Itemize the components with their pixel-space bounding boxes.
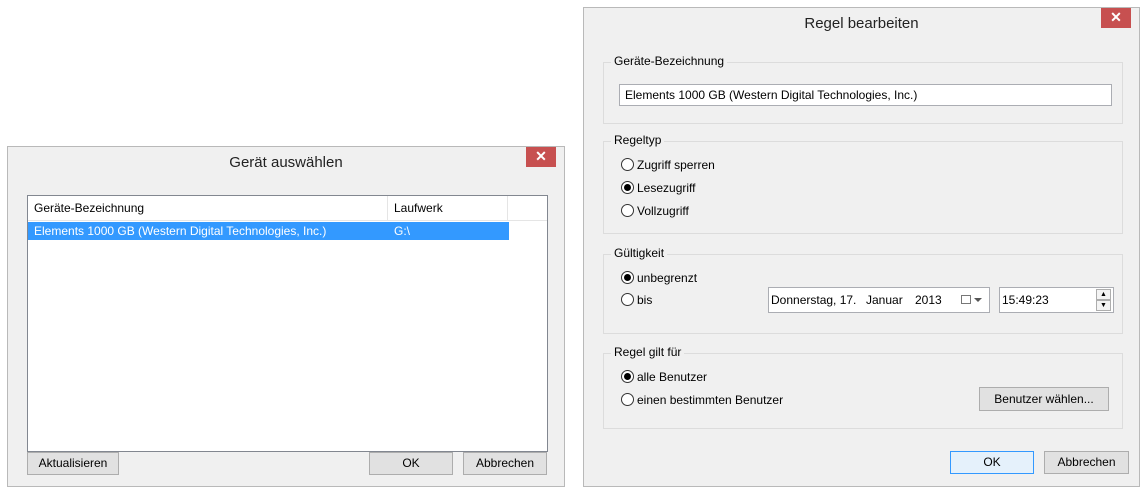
radio-circle [621,293,634,307]
device-name-field[interactable]: Elements 1000 GB (Western Digital Techno… [619,84,1112,106]
time-spin-down-button[interactable]: ▼ [1096,300,1111,311]
validity-group-label: Gültigkeit [611,246,668,260]
edit-rule-titlebar[interactable]: Regel bearbeiten ✕ [584,8,1139,38]
edit-rule-dialog: Regel bearbeiten ✕ Geräte-Bezeichnung El… [583,7,1140,487]
ok-button[interactable]: OK [950,451,1034,474]
time-field[interactable]: 15:49:23 ▲ ▼ [999,287,1114,313]
time-value: 15:49:23 [1002,293,1049,307]
select-device-title: Gerät auswählen [229,154,343,171]
radio-circle [621,158,634,172]
date-month: Januar [866,293,903,307]
radio-label: Zugriff sperren [637,158,715,172]
device-name-group-label: Geräte-Bezeichnung [611,54,728,68]
device-name-group: Geräte-Bezeichnung Elements 1000 GB (Wes… [603,54,1123,124]
time-spin-up-button[interactable]: ▲ [1096,289,1111,300]
radio-label: Lesezugriff [637,181,696,195]
radio-circle [621,271,634,285]
chevron-down-icon[interactable] [974,298,982,302]
radio-read-access[interactable]: Lesezugriff [621,180,695,196]
applies-to-group-label: Regel gilt für [611,345,685,359]
radio-block-access[interactable]: Zugriff sperren [621,157,715,173]
radio-label: einen bestimmten Benutzer [637,393,784,407]
cancel-button[interactable]: Abbrechen [463,452,547,475]
edit-rule-title: Regel bearbeiten [804,15,919,32]
device-list-header: Geräte-Bezeichnung Laufwerk [28,196,547,221]
cancel-button[interactable]: Abbrechen [1044,451,1129,474]
radio-label: unbegrenzt [637,271,698,285]
column-header-device-name[interactable]: Geräte-Bezeichnung [28,196,388,220]
applies-to-group: Regel gilt für alle Benutzer einen besti… [603,345,1123,429]
choose-users-button[interactable]: Benutzer wählen... [979,387,1109,411]
radio-unlimited[interactable]: unbegrenzt [621,270,697,286]
close-button[interactable]: ✕ [1101,8,1131,28]
select-device-dialog: Gerät auswählen ✕ Geräte-Bezeichnung Lau… [7,146,565,487]
date-year: 2013 [915,293,942,307]
device-name-cell: Elements 1000 GB (Western Digital Techno… [34,224,327,238]
column-header-drive[interactable]: Laufwerk [388,196,508,220]
radio-label: Vollzugriff [637,204,689,218]
date-picker[interactable]: Donnerstag, 17. Januar 2013 [768,287,990,313]
radio-until[interactable]: bis [621,292,652,308]
drive-cell: G:\ [394,224,411,238]
table-row[interactable]: Elements 1000 GB (Western Digital Techno… [28,222,509,240]
validity-group: Gültigkeit unbegrenzt bis Donnerstag, 17… [603,246,1123,334]
rule-type-group-label: Regeltyp [611,133,665,147]
radio-all-users[interactable]: alle Benutzer [621,369,707,385]
radio-label: bis [637,293,653,307]
rule-type-group: Regeltyp Zugriff sperren Lesezugriff Vol… [603,133,1123,234]
radio-circle [621,370,634,384]
device-list[interactable]: Geräte-Bezeichnung Laufwerk Elements 100… [27,195,548,452]
radio-full-access[interactable]: Vollzugriff [621,203,689,219]
radio-circle [621,181,634,195]
calendar-icon[interactable] [961,295,971,304]
radio-specific-user[interactable]: einen bestimmten Benutzer [621,392,783,408]
radio-circle [621,393,634,407]
radio-circle [621,204,634,218]
radio-label: alle Benutzer [637,370,708,384]
ok-button[interactable]: OK [369,452,453,475]
refresh-button[interactable]: Aktualisieren [27,452,119,475]
select-device-titlebar[interactable]: Gerät auswählen ✕ [8,147,564,177]
close-button[interactable]: ✕ [526,147,556,167]
date-weekday: Donnerstag, 17. [771,293,857,307]
